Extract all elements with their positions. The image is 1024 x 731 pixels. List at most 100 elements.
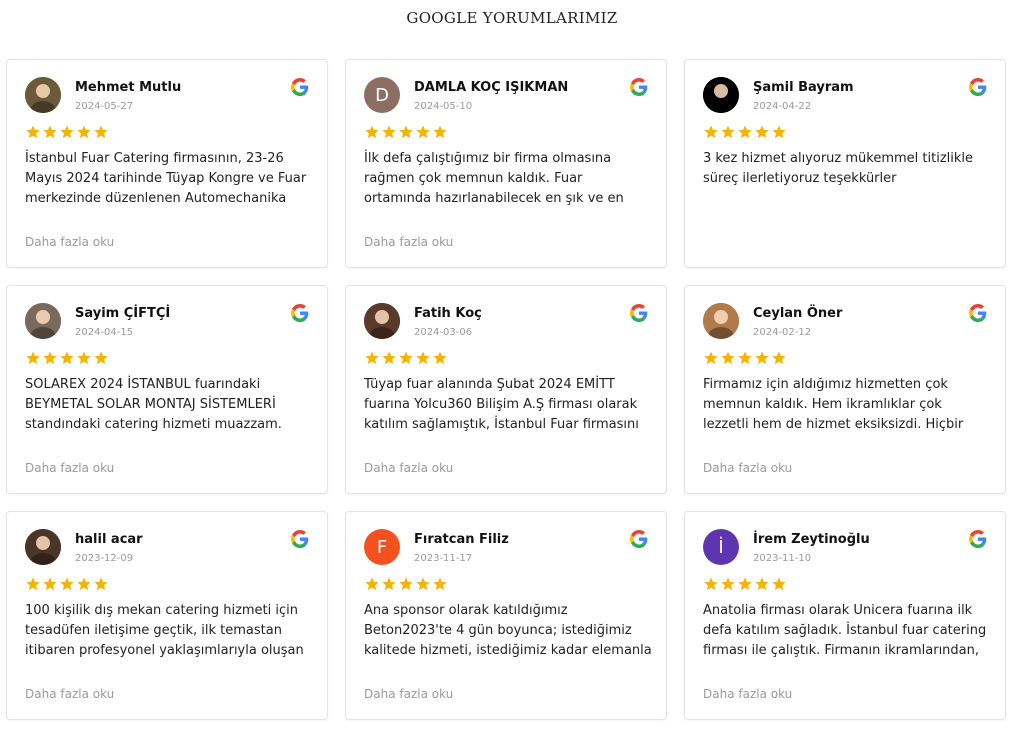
star-icon xyxy=(60,577,74,591)
read-more-link[interactable]: Daha fazla oku xyxy=(703,687,792,701)
star-icon xyxy=(365,125,379,139)
avatar: D xyxy=(364,77,400,113)
star-icon xyxy=(704,577,718,591)
read-more-link[interactable]: Daha fazla oku xyxy=(364,461,453,475)
star-icon xyxy=(26,351,40,365)
review-card: Şamil Bayram 2024-04-22 3 kez hizmet alıyo… xyxy=(684,59,1006,268)
star-rating xyxy=(364,576,448,592)
review-text: İlk defa çalıştığımız bir firma olmasına… xyxy=(364,151,624,206)
star-icon xyxy=(77,125,91,139)
reviewer-name: İrem Zeytinoğlu xyxy=(753,532,870,547)
review-date: 2024-02-12 xyxy=(753,327,812,338)
google-icon xyxy=(969,530,987,548)
avatar: F xyxy=(364,529,400,565)
star-icon xyxy=(77,351,91,365)
review-card: D DAMLA KOÇ IŞIKMAN 2024-05-10 İlk defa çal… xyxy=(345,59,667,268)
star-icon xyxy=(416,351,430,365)
star-icon xyxy=(94,351,108,365)
star-icon xyxy=(365,577,379,591)
star-icon xyxy=(26,125,40,139)
avatar-letter: İ xyxy=(718,536,724,558)
reviewer-name: Mehmet Mutlu xyxy=(75,80,182,95)
star-rating xyxy=(703,576,787,592)
star-icon xyxy=(43,351,57,365)
google-icon xyxy=(969,304,987,322)
star-icon xyxy=(43,125,57,139)
star-icon xyxy=(382,351,396,365)
star-icon xyxy=(721,577,735,591)
star-icon xyxy=(721,125,735,139)
review-card: Sayim ÇİFTÇİ 2024-04-15 SOLAREX 2024 İSTAN… xyxy=(6,285,328,494)
star-icon xyxy=(755,577,769,591)
review-card: F Fıratcan Filiz 2023-11-17 Ana sponsor ola… xyxy=(345,511,667,720)
read-more-link[interactable]: Daha fazla oku xyxy=(25,687,114,701)
star-icon xyxy=(704,125,718,139)
read-more-link[interactable]: Daha fazla oku xyxy=(364,235,453,249)
read-more-link[interactable]: Daha fazla oku xyxy=(25,461,114,475)
star-icon xyxy=(738,125,752,139)
star-rating xyxy=(703,124,787,140)
review-text: 100 kişilik dış mekan catering hizmeti i… xyxy=(25,603,304,658)
google-icon xyxy=(630,530,648,548)
star-icon xyxy=(416,125,430,139)
star-rating xyxy=(364,350,448,366)
review-date: 2023-11-17 xyxy=(414,553,473,564)
google-icon xyxy=(630,304,648,322)
review-card: Fatih Koç 2024-03-06 Tüyap fuar alanında Ş… xyxy=(345,285,667,494)
reviewer-name: Sayim ÇİFTÇİ xyxy=(75,306,171,321)
reviewer-name: Fıratcan Filiz xyxy=(414,532,509,547)
star-rating xyxy=(25,350,109,366)
review-text: Anatolia firması olarak Unicera fuarına … xyxy=(703,603,987,658)
star-icon xyxy=(382,125,396,139)
avatar xyxy=(703,77,739,113)
star-rating xyxy=(364,124,448,140)
star-icon xyxy=(94,577,108,591)
star-icon xyxy=(772,577,786,591)
page-title: GOOGLE YORUMLARIMIZ xyxy=(406,9,618,27)
review-date: 2024-04-15 xyxy=(75,327,134,338)
read-more-link[interactable]: Daha fazla oku xyxy=(364,687,453,701)
review-text: 3 kez hizmet alıyoruz mükemmel titizlikl… xyxy=(703,151,974,186)
star-icon xyxy=(365,351,379,365)
google-icon xyxy=(291,78,309,96)
star-icon xyxy=(755,351,769,365)
star-icon xyxy=(416,577,430,591)
reviewer-name: Şamil Bayram xyxy=(753,80,854,95)
avatar xyxy=(703,303,739,339)
google-icon xyxy=(291,530,309,548)
avatar-letter: D xyxy=(375,84,389,106)
review-text: Tüyap fuar alanında Şubat 2024 EMİTT fua… xyxy=(364,377,639,432)
star-icon xyxy=(738,577,752,591)
star-icon xyxy=(433,125,447,139)
review-text: Firmamız için aldığımız hizmetten çok me… xyxy=(703,377,964,432)
read-more-link[interactable]: Daha fazla oku xyxy=(703,461,792,475)
review-date: 2024-04-22 xyxy=(753,101,812,112)
avatar xyxy=(25,529,61,565)
review-date: 2024-03-06 xyxy=(414,327,473,338)
star-icon xyxy=(77,577,91,591)
star-icon xyxy=(43,577,57,591)
review-text: Ana sponsor olarak katıldığımız Beton202… xyxy=(364,603,652,658)
review-text: İstanbul Fuar Catering firmasının, 23-26… xyxy=(25,151,307,206)
avatar-letter: F xyxy=(376,536,388,558)
read-more-link[interactable]: Daha fazla oku xyxy=(25,235,114,249)
avatar xyxy=(25,303,61,339)
review-card: İ İrem Zeytinoğlu 2023-11-10 Anatolia firma… xyxy=(684,511,1006,720)
star-icon xyxy=(26,577,40,591)
avatar: İ xyxy=(703,529,739,565)
star-icon xyxy=(382,577,396,591)
star-icon xyxy=(755,125,769,139)
star-icon xyxy=(399,577,413,591)
star-icon xyxy=(399,351,413,365)
star-icon xyxy=(94,125,108,139)
review-text: SOLAREX 2024 İSTANBUL fuarındaki BEYMETA… xyxy=(25,377,282,432)
avatar xyxy=(25,77,61,113)
review-date: 2024-05-27 xyxy=(75,101,134,112)
reviewer-name: DAMLA KOÇ IŞIKMAN xyxy=(414,80,569,95)
google-icon xyxy=(969,78,987,96)
review-card: halil acar 2023-12-09 100 kişilik dış meka… xyxy=(6,511,328,720)
review-card: Ceylan Öner 2024-02-12 Firmamız için aldığ… xyxy=(684,285,1006,494)
star-rating xyxy=(25,124,109,140)
reviewer-name: halil acar xyxy=(75,532,143,547)
google-icon xyxy=(291,304,309,322)
